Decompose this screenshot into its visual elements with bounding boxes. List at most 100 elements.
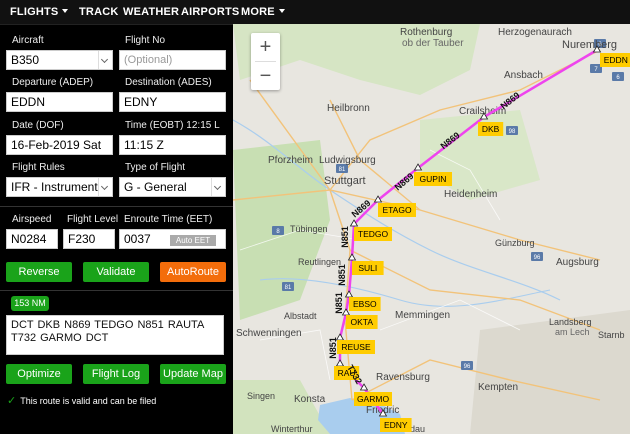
city-label: Schwenningen	[236, 328, 302, 339]
city-label: Ludwigsburg	[319, 155, 376, 166]
flight-log-button[interactable]: Flight Log	[83, 364, 149, 384]
city-label: Memmingen	[395, 310, 450, 321]
nav-track-link[interactable]: TRACK	[79, 6, 119, 18]
road-number: 96	[464, 364, 471, 370]
departure-label: Departure (ADEP)	[12, 77, 94, 88]
waypoint-label: ETAGO	[382, 205, 412, 215]
update-map-button[interactable]: Update Map	[160, 364, 226, 384]
waypoint-label: GUPIN	[420, 174, 447, 184]
city-label: Herzogenaurach	[498, 27, 572, 38]
flight-plan-panel: Aircraft Flight No B350 (Optional) Depar…	[0, 26, 233, 434]
waypoint-triangle-icon	[335, 359, 345, 367]
date-input[interactable]: 16-Feb-2019 Sat	[6, 135, 113, 155]
waypoint-label: DKB	[482, 124, 500, 134]
waypoint-label: REUSE	[341, 342, 371, 352]
airspeed-label: Airspeed	[12, 214, 52, 225]
city-label: Singen	[247, 391, 275, 401]
time-label: Time (EOBT) 12:15 L	[125, 120, 220, 131]
destination-label: Destination (ADES)	[125, 77, 212, 88]
caret-down-icon	[278, 9, 285, 13]
divider	[0, 206, 233, 207]
waypoint-label: EDDN	[604, 55, 628, 65]
validate-button[interactable]: Validate	[83, 262, 149, 282]
city-label: ob der Tauber	[402, 38, 464, 49]
eet-value: 0037	[124, 232, 151, 246]
nav-weather-link[interactable]: WEATHER	[123, 6, 179, 18]
eet-label: Enroute Time (EET)	[124, 214, 213, 225]
airway-label: N869	[499, 90, 522, 111]
road-number: 98	[509, 129, 516, 135]
caret-down-icon	[62, 9, 69, 13]
map-zoom-control: + −	[251, 33, 280, 90]
flight-level-label: Flight Level	[67, 214, 119, 225]
waypoint-triangle-icon	[347, 253, 357, 261]
city-label: am Lech	[555, 327, 590, 337]
airway-label: N851	[334, 292, 344, 314]
city-label: Tübingen	[290, 224, 328, 234]
flight-rules-value: IFR - Instrument	[11, 180, 98, 194]
departure-input[interactable]: EDDN	[6, 92, 113, 112]
city-label: Heilbronn	[327, 103, 370, 114]
route-textarea[interactable]: DCT DKB N869 TEDGO N851 RAUTA T732 GARMO…	[6, 315, 224, 355]
city-label: Rothenburg	[400, 27, 452, 38]
road-number: 81	[285, 285, 292, 291]
waypoint-label: GARMO	[357, 394, 390, 404]
airway-label: N869	[439, 130, 462, 151]
flight-type-label: Type of Flight	[125, 162, 186, 173]
auto-eet-button[interactable]: Auto EET	[170, 235, 216, 246]
autoroute-button[interactable]: AutoRoute	[160, 262, 226, 282]
flight-type-value: G - General	[124, 180, 187, 194]
city-label: Albstadt	[284, 311, 317, 321]
road-number: 81	[339, 167, 346, 173]
chevron-down-icon	[211, 178, 225, 196]
nav-more-menu[interactable]: MORE	[241, 6, 285, 18]
nav-flights-menu[interactable]: FLIGHTS	[10, 6, 69, 18]
reverse-button[interactable]: Reverse	[6, 262, 72, 282]
chevron-down-icon	[98, 51, 112, 69]
city-label: Augsburg	[556, 257, 599, 268]
chevron-down-icon	[98, 178, 112, 196]
map-overlay: 676818988196967Rothenburgob der TauberHe…	[236, 27, 630, 434]
date-label: Date (DOF)	[12, 120, 64, 131]
city-label: Reutlingen	[298, 257, 341, 267]
city-label: Günzburg	[495, 238, 535, 248]
flight-type-select[interactable]: G - General	[119, 177, 226, 197]
divider	[0, 290, 233, 291]
flight-rules-select[interactable]: IFR - Instrument	[6, 177, 113, 197]
waypoint-label: SULI	[358, 263, 377, 273]
destination-input[interactable]: EDNY	[119, 92, 226, 112]
aircraft-label: Aircraft	[12, 35, 44, 46]
waypoint-label: EBSO	[353, 299, 377, 309]
city-label: Pforzheim	[268, 155, 313, 166]
airway-label: N851	[337, 264, 347, 286]
route-valid-message: ✓ This route is valid and can be filed	[7, 394, 156, 407]
flight-level-input[interactable]: F230	[63, 229, 115, 249]
optimize-button[interactable]: Optimize	[6, 364, 72, 384]
city-label: Kempten	[478, 382, 518, 393]
time-input[interactable]: 11:15 Z	[119, 135, 226, 155]
airspeed-input[interactable]: N0284	[6, 229, 58, 249]
city-label: Starnb	[598, 330, 625, 340]
route-distance-badge: 153 NM	[11, 296, 49, 311]
city-label: Winterthur	[271, 424, 313, 434]
flight-rules-label: Flight Rules	[12, 162, 65, 173]
waypoint-label: TEDGO	[358, 229, 389, 239]
zoom-out-button[interactable]: −	[251, 62, 280, 90]
zoom-in-button[interactable]: +	[251, 33, 280, 61]
nav-airports-link[interactable]: AIRPORTS	[181, 6, 239, 18]
flight-no-input[interactable]: (Optional)	[119, 50, 226, 70]
city-label: Landsberg	[549, 317, 592, 327]
route-map[interactable]: 676818988196967Rothenburgob der TauberHe…	[233, 24, 630, 434]
airway-label: N851	[340, 226, 350, 248]
city-label: Stuttgart	[324, 175, 366, 187]
check-icon: ✓	[7, 395, 17, 407]
flight-no-label: Flight No	[125, 35, 166, 46]
aircraft-value: B350	[11, 53, 40, 67]
aircraft-select[interactable]: B350	[6, 50, 113, 70]
airway-label: N851	[328, 337, 338, 359]
city-label: Nuremberg	[562, 39, 617, 51]
route-status-text: This route is valid and can be filed	[20, 396, 157, 406]
city-label: Konsta	[294, 394, 326, 405]
city-label: Ravensburg	[376, 372, 430, 383]
waypoint-label: EDNY	[384, 420, 408, 430]
